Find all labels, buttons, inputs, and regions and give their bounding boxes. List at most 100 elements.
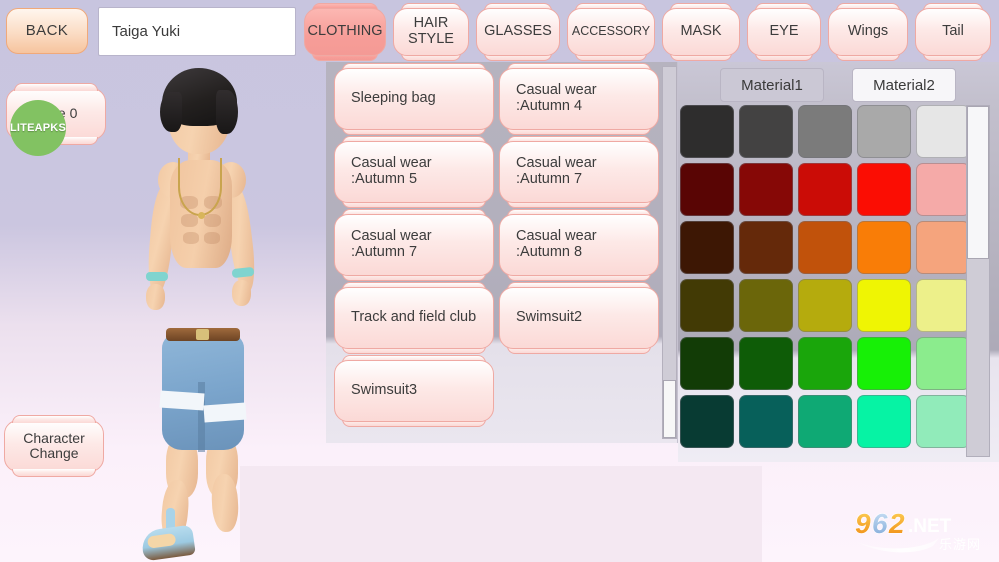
color-swatch[interactable] — [680, 221, 734, 274]
clothing-item[interactable]: Casual wear:Autumn 4 — [499, 63, 659, 135]
back-button[interactable]: BACK — [6, 8, 88, 54]
color-swatch[interactable] — [857, 221, 911, 274]
clothing-item-line1: Casual wear — [516, 82, 597, 99]
color-swatch[interactable] — [680, 163, 734, 216]
clothing-item[interactable]: Swimsuit3 — [334, 355, 494, 427]
color-swatch[interactable] — [739, 337, 793, 390]
color-swatch[interactable] — [916, 337, 970, 390]
tab-material1-label: Material1 — [741, 76, 803, 94]
tab-hairstyle-label: HAIR STYLE — [408, 15, 454, 47]
clothing-item[interactable]: Casual wear:Autumn 7 — [334, 209, 494, 281]
clothing-item-line1: Casual wear — [516, 228, 597, 245]
color-swatch[interactable] — [916, 105, 970, 158]
color-swatch[interactable] — [680, 105, 734, 158]
clothing-item-label: Sleeping bag — [351, 91, 436, 107]
color-swatch[interactable] — [857, 337, 911, 390]
clothing-item-line2: :Autumn 4 — [516, 98, 583, 114]
svg-text:.NET: .NET — [908, 516, 952, 537]
tab-eye-label: EYE — [769, 23, 799, 40]
hair-side-right — [216, 90, 238, 134]
color-swatch[interactable] — [916, 221, 970, 274]
clothing-item[interactable]: Sleeping bag — [334, 63, 494, 135]
clothing-item-label: Casual wear:Autumn 4 — [516, 83, 597, 114]
top-toolbar: BACK Taiga Yuki CLOTHING HAIR STYLE GLASS… — [0, 0, 999, 62]
clothing-grid: Sleeping bag Casual wear:Autumn 4 Casual w… — [334, 63, 660, 427]
tab-mask-label: MASK — [680, 23, 722, 40]
color-swatch[interactable] — [798, 395, 852, 448]
hair-side-left — [160, 92, 182, 132]
clothing-list-scroll-thumb[interactable] — [663, 380, 676, 438]
clothing-list-panel: Sleeping bag Casual wear:Autumn 4 Casual w… — [326, 62, 678, 443]
character-hand-left — [146, 284, 165, 310]
character-hand-right — [232, 280, 251, 306]
color-swatch[interactable] — [857, 105, 911, 158]
clothing-item[interactable]: Casual wear:Autumn 5 — [334, 136, 494, 208]
svg-text:9: 9 — [855, 508, 871, 539]
color-swatch[interactable] — [798, 163, 852, 216]
necklace — [178, 158, 222, 219]
clothing-item-label: Swimsuit3 — [351, 383, 417, 399]
liteapks-watermark: LITEAPKS — [10, 100, 66, 156]
site-watermark: 9 6 2 .NET 乐游网 — [853, 506, 991, 556]
clothing-item[interactable]: Swimsuit2 — [499, 282, 659, 354]
tab-eye[interactable]: EYE — [747, 3, 821, 61]
tab-glasses[interactable]: GLASSES — [476, 3, 560, 61]
tab-glasses-label: GLASSES — [484, 23, 552, 40]
category-tabs: CLOTHING HAIR STYLE GLASSES ACCESSORY MAS… — [304, 3, 991, 61]
tab-clothing[interactable]: CLOTHING — [304, 3, 386, 61]
material-tabs: Material1 Material2 — [720, 68, 956, 102]
tab-wings[interactable]: Wings — [828, 3, 908, 61]
color-swatch[interactable] — [798, 221, 852, 274]
svg-text:6: 6 — [872, 508, 888, 539]
belt — [166, 328, 240, 341]
color-swatch[interactable] — [680, 279, 734, 332]
tab-mask[interactable]: MASK — [662, 3, 740, 61]
character-avatar[interactable] — [120, 62, 320, 562]
character-change-button[interactable]: Character Change — [4, 415, 104, 477]
color-swatch[interactable] — [916, 279, 970, 332]
color-swatch[interactable] — [916, 395, 970, 448]
tab-clothing-label: CLOTHING — [307, 23, 383, 40]
clothing-item-line2: :Autumn 7 — [351, 244, 418, 260]
tab-tail[interactable]: Tail — [915, 3, 991, 61]
color-swatch[interactable] — [680, 395, 734, 448]
color-swatch[interactable] — [739, 163, 793, 216]
tab-tail-label: Tail — [942, 23, 964, 40]
color-swatch[interactable] — [798, 279, 852, 332]
clothing-item-line1: Track and field club — [351, 309, 477, 326]
color-swatch[interactable] — [739, 221, 793, 274]
clothing-item[interactable]: Casual wear:Autumn 7 — [499, 136, 659, 208]
clothing-item-label: Swimsuit2 — [516, 310, 582, 326]
clothing-item[interactable]: Casual wear:Autumn 8 — [499, 209, 659, 281]
color-swatch[interactable] — [916, 163, 970, 216]
tab-accessory-label: ACCESSORY — [571, 24, 651, 39]
tab-material2[interactable]: Material2 — [852, 68, 956, 102]
962net-logo-icon: 9 6 2 .NET 乐游网 — [854, 507, 981, 553]
tab-material1[interactable]: Material1 — [720, 68, 824, 102]
clothing-item-line1: Casual wear — [516, 155, 597, 172]
tab-hairstyle[interactable]: HAIR STYLE — [393, 3, 469, 61]
color-palette-scroll-thumb[interactable] — [967, 106, 989, 259]
clothing-item-label: Casual wear:Autumn 7 — [351, 229, 432, 260]
clothing-item[interactable]: Track and field club — [334, 282, 494, 354]
clothing-item-line2: :Autumn 5 — [351, 171, 418, 187]
character-name-input[interactable]: Taiga Yuki — [98, 7, 296, 56]
clothing-item-line1: Swimsuit2 — [516, 309, 583, 326]
color-swatch[interactable] — [739, 105, 793, 158]
color-swatch[interactable] — [798, 337, 852, 390]
color-swatch[interactable] — [739, 395, 793, 448]
clothing-list-scrollbar[interactable] — [662, 66, 677, 439]
color-swatch[interactable] — [857, 163, 911, 216]
color-swatch[interactable] — [680, 337, 734, 390]
color-swatch[interactable] — [857, 395, 911, 448]
color-swatch[interactable] — [739, 279, 793, 332]
clothing-item-line1: Sleeping bag — [351, 90, 436, 107]
clothing-item-label: Casual wear:Autumn 8 — [516, 229, 597, 260]
color-palette-scrollbar[interactable] — [966, 105, 990, 457]
tab-accessory[interactable]: ACCESSORY — [567, 3, 655, 61]
clothing-item-line2: :Autumn 7 — [516, 171, 583, 187]
svg-text:2: 2 — [888, 508, 905, 539]
color-swatch[interactable] — [798, 105, 852, 158]
svg-text:乐游网: 乐游网 — [939, 537, 981, 552]
color-swatch[interactable] — [857, 279, 911, 332]
